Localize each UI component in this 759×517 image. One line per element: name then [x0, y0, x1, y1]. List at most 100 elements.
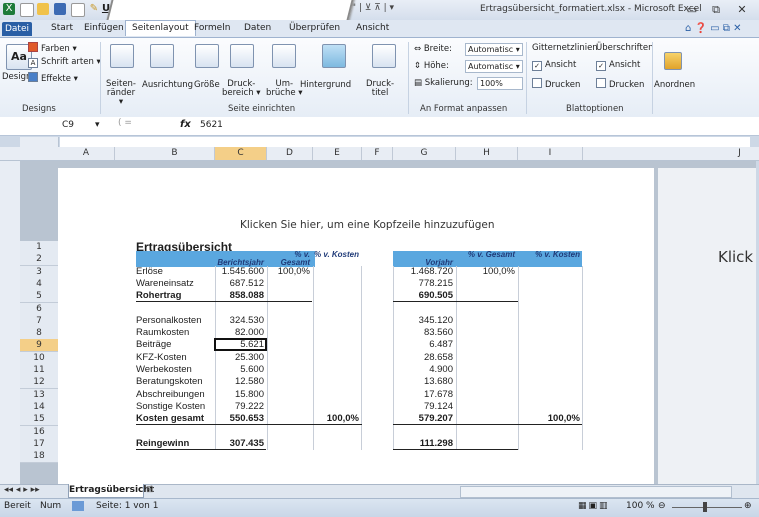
- row-label[interactable]: Abschreibungen: [136, 389, 214, 401]
- value-cell[interactable]: 79.124: [393, 401, 455, 413]
- size-icon[interactable]: [195, 44, 219, 68]
- value-cell[interactable]: 4.900: [393, 364, 455, 376]
- value-cell[interactable]: [518, 303, 582, 315]
- value-cell[interactable]: [456, 364, 517, 376]
- ueber-drucken-checkbox[interactable]: Drucken: [596, 78, 644, 90]
- horizontal-scrollbar[interactable]: [460, 486, 732, 498]
- save-icon[interactable]: [54, 3, 66, 15]
- column-header-e[interactable]: E: [313, 147, 362, 160]
- row-label[interactable]: Werbekosten: [136, 364, 214, 376]
- value-cell[interactable]: [313, 315, 361, 327]
- print-area-icon[interactable]: [230, 44, 254, 68]
- value-cell[interactable]: [267, 352, 312, 364]
- schriftarten-button[interactable]: A Schrift arten ▾: [28, 57, 101, 68]
- row-header[interactable]: 5: [20, 290, 58, 304]
- breite-dropdown[interactable]: Automatisc ▾: [465, 43, 523, 56]
- value-cell[interactable]: [456, 426, 517, 438]
- row-header[interactable]: 11: [20, 364, 58, 377]
- row-label[interactable]: Raumkosten: [136, 327, 214, 339]
- value-cell[interactable]: 324.530: [215, 315, 266, 327]
- value-cell[interactable]: 15.800: [215, 389, 266, 401]
- value-cell[interactable]: 100,0%: [267, 266, 312, 278]
- value-cell[interactable]: [313, 376, 361, 388]
- row-header[interactable]: 3: [20, 265, 58, 279]
- row-header[interactable]: 1: [20, 241, 58, 254]
- row-header[interactable]: 13: [20, 388, 58, 402]
- value-cell[interactable]: [267, 339, 312, 351]
- value-cell[interactable]: [456, 339, 517, 351]
- insert-function-icon[interactable]: fx: [180, 119, 191, 130]
- active-cell-cursor[interactable]: [214, 338, 267, 352]
- row-label[interactable]: Personalkosten: [136, 315, 214, 327]
- farben-button[interactable]: Farben ▾: [28, 42, 77, 54]
- ausrichtung-button[interactable]: Ausrichtung: [142, 80, 193, 90]
- macro-record-icon[interactable]: [72, 501, 84, 511]
- tab-seitenlayout[interactable]: Seitenlayout: [125, 20, 196, 36]
- row-header[interactable]: 9: [20, 339, 58, 353]
- row-header[interactable]: 2: [20, 253, 58, 267]
- gitter-ansicht-checkbox[interactable]: ✓ Ansicht: [532, 60, 576, 71]
- value-cell[interactable]: [518, 290, 582, 302]
- breaks-icon[interactable]: [272, 44, 296, 68]
- value-cell[interactable]: [313, 327, 361, 339]
- value-cell[interactable]: [518, 278, 582, 290]
- column-header-b[interactable]: B: [135, 147, 215, 160]
- seitenraender-button[interactable]: Seiten- ränder ▾: [106, 80, 136, 107]
- value-cell[interactable]: [313, 278, 361, 290]
- column-header-j[interactable]: J: [720, 147, 759, 160]
- header-prompt[interactable]: Klicken Sie hier, um eine Kopfzeile hinz…: [240, 219, 495, 231]
- value-cell[interactable]: [267, 327, 312, 339]
- row-label[interactable]: Wareneinsatz: [136, 278, 214, 290]
- drucktitel-button[interactable]: Druck- titel: [366, 80, 394, 98]
- row-header[interactable]: 17: [20, 437, 58, 451]
- formula-cancel-icon[interactable]: ( =: [118, 118, 132, 128]
- column-header-f[interactable]: F: [362, 147, 393, 160]
- value-cell[interactable]: [456, 376, 517, 388]
- value-cell[interactable]: [267, 401, 312, 413]
- ueber-ansicht-checkbox[interactable]: ✓ Ansicht: [596, 60, 640, 71]
- value-cell[interactable]: [313, 389, 361, 401]
- sheet-tab-ertragsuebersicht[interactable]: Ertragsübersicht: [68, 484, 154, 498]
- row-label[interactable]: KFZ-Kosten: [136, 352, 214, 364]
- column-header-a[interactable]: A: [58, 147, 115, 160]
- arrange-icon[interactable]: [664, 52, 682, 70]
- tab-ueberpruefen[interactable]: Überprüfen: [283, 21, 346, 36]
- zoom-in-icon[interactable]: ⊕: [744, 501, 752, 511]
- value-cell[interactable]: [313, 339, 361, 351]
- row-header[interactable]: 12: [20, 376, 58, 390]
- open-folder-icon[interactable]: [37, 3, 49, 15]
- value-cell[interactable]: [313, 401, 361, 413]
- value-cell[interactable]: [456, 278, 517, 290]
- value-cell[interactable]: [267, 438, 312, 450]
- hintergrund-button[interactable]: Hintergrund: [300, 80, 351, 90]
- minimize-button[interactable]: ▭: [681, 2, 703, 18]
- tab-datei[interactable]: Datei: [2, 22, 32, 36]
- value-cell[interactable]: [518, 266, 582, 278]
- value-cell[interactable]: [267, 303, 312, 315]
- value-cell[interactable]: [215, 303, 266, 315]
- value-cell[interactable]: 13.680: [393, 376, 455, 388]
- value-cell[interactable]: 25.300: [215, 352, 266, 364]
- value-cell[interactable]: 17.678: [393, 389, 455, 401]
- value-cell[interactable]: [313, 290, 361, 302]
- value-cell[interactable]: [313, 266, 361, 278]
- value-cell[interactable]: [393, 426, 455, 438]
- value-cell[interactable]: 1.545.600: [215, 266, 266, 278]
- column-header-g[interactable]: G: [393, 147, 456, 160]
- value-cell[interactable]: [456, 352, 517, 364]
- row-header[interactable]: 8: [20, 327, 58, 341]
- tab-ansicht[interactable]: Ansicht: [350, 21, 395, 36]
- formula-input[interactable]: 5621: [200, 120, 223, 130]
- row-header[interactable]: 18: [20, 450, 58, 464]
- page2-header-prompt[interactable]: Klick: [718, 248, 753, 266]
- value-cell[interactable]: [518, 327, 582, 339]
- row-label[interactable]: [136, 426, 214, 438]
- value-cell[interactable]: [313, 364, 361, 376]
- tab-start[interactable]: Start: [45, 21, 79, 36]
- value-cell[interactable]: [518, 315, 582, 327]
- value-cell[interactable]: [518, 401, 582, 413]
- row-header[interactable]: 7: [20, 314, 58, 328]
- row-label[interactable]: [136, 303, 214, 315]
- skalierung-stepper[interactable]: 100%: [477, 77, 523, 90]
- zoom-out-icon[interactable]: ⊖: [658, 501, 666, 511]
